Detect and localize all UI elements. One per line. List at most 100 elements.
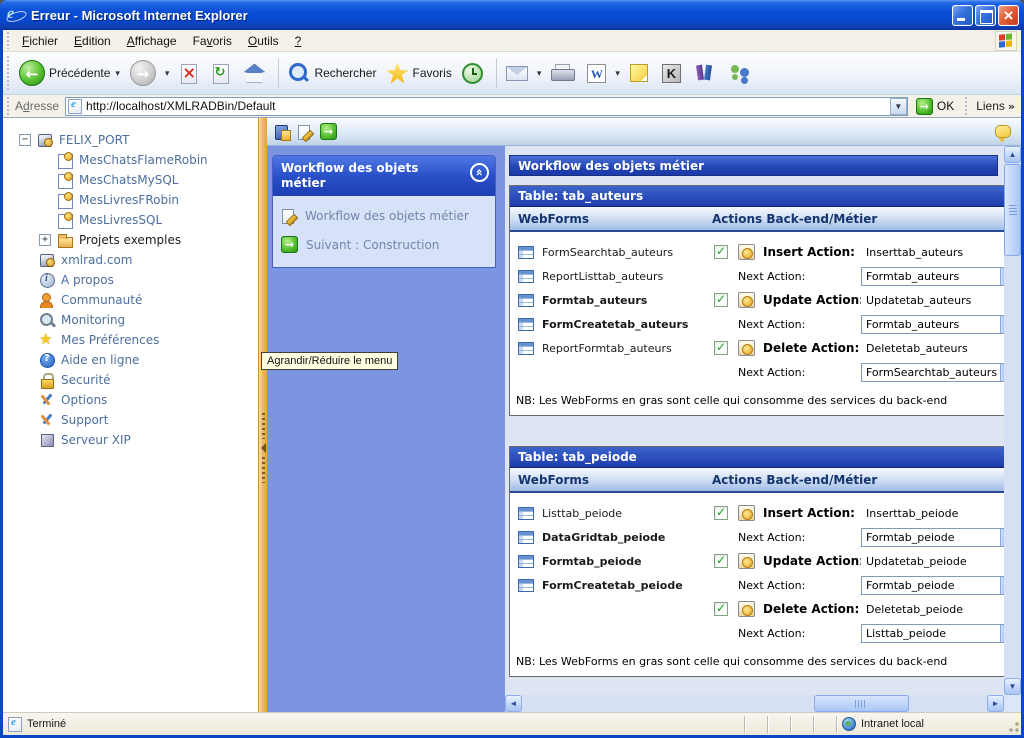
action-checkbox[interactable] bbox=[714, 293, 728, 307]
action-input[interactable] bbox=[861, 528, 1004, 547]
toolbar-button[interactable] bbox=[546, 54, 582, 92]
links-bar[interactable]: Liens » bbox=[972, 99, 1019, 113]
tree-item[interactable]: Monitoring bbox=[3, 310, 258, 330]
webform-row[interactable]: Formtab_peiode bbox=[510, 549, 702, 573]
webform-row[interactable]: Listtab_peiode bbox=[510, 501, 702, 525]
workflow-panel-item[interactable]: Suivant : Construction bbox=[281, 236, 487, 253]
tree-item[interactable]: MesChatsMySQL bbox=[3, 170, 258, 190]
vertical-scroll-thumb[interactable] bbox=[1004, 164, 1021, 256]
toolbar-button[interactable] bbox=[625, 54, 657, 92]
close-button[interactable] bbox=[998, 5, 1019, 26]
maximize-button[interactable] bbox=[975, 5, 996, 26]
toolbar-button[interactable] bbox=[657, 54, 690, 92]
menu-item[interactable]: Favoris bbox=[185, 31, 240, 51]
minimize-button[interactable] bbox=[952, 5, 973, 26]
addressbar-grip-handle[interactable] bbox=[6, 97, 11, 115]
action-input[interactable] bbox=[861, 576, 1004, 595]
run-action-icon[interactable] bbox=[738, 553, 755, 569]
tree-item[interactable]: Serveur XIP bbox=[3, 430, 258, 450]
action-checkbox[interactable] bbox=[714, 341, 728, 355]
menu-splitter[interactable] bbox=[258, 118, 267, 712]
toolbar-button[interactable]: Précédente bbox=[14, 54, 125, 92]
toolbar-button[interactable] bbox=[582, 54, 625, 92]
webform-row[interactable]: FormCreatetab_auteurs bbox=[510, 312, 702, 336]
toolbar-button[interactable] bbox=[501, 54, 547, 92]
action-input[interactable] bbox=[861, 243, 1004, 262]
tree-item[interactable]: − FELIX_PORT bbox=[3, 130, 258, 150]
menu-item[interactable]: Fichier bbox=[14, 31, 66, 51]
toolbar-button[interactable] bbox=[457, 54, 492, 92]
tree-item[interactable]: Options bbox=[3, 390, 258, 410]
menu-item[interactable]: ? bbox=[287, 31, 310, 51]
vertical-scrollbar[interactable]: ▲ ▼ bbox=[1004, 146, 1021, 695]
help-bubble-icon[interactable] bbox=[995, 125, 1011, 138]
address-input[interactable] bbox=[82, 99, 890, 113]
action-input[interactable] bbox=[861, 339, 1004, 358]
tree-item[interactable]: Mes Préférences bbox=[3, 330, 258, 350]
horizontal-scrollbar[interactable]: ◄ ► bbox=[505, 695, 1004, 712]
toolbar-button[interactable] bbox=[690, 54, 724, 92]
webform-row[interactable]: DataGridtab_peiode bbox=[510, 525, 702, 549]
webform-row[interactable]: Formtab_auteurs bbox=[510, 288, 702, 312]
menu-item[interactable]: Outils bbox=[240, 31, 287, 51]
action-input[interactable] bbox=[861, 552, 1004, 571]
action-input[interactable] bbox=[861, 267, 1004, 286]
run-action-icon[interactable] bbox=[738, 505, 755, 521]
run-action-icon[interactable] bbox=[738, 340, 755, 356]
run-action-icon[interactable] bbox=[738, 292, 755, 308]
tree-item[interactable]: Communauté bbox=[3, 290, 258, 310]
splitter-collapse-handle[interactable] bbox=[259, 403, 267, 493]
tree-item[interactable]: A propos bbox=[3, 270, 258, 290]
action-input[interactable] bbox=[861, 624, 1004, 643]
address-dropdown-button[interactable]: ▼ bbox=[890, 98, 907, 115]
document-edit-icon[interactable] bbox=[297, 124, 313, 140]
run-action-icon[interactable] bbox=[738, 601, 755, 617]
toolbar-button[interactable] bbox=[724, 54, 760, 92]
scroll-down-button[interactable]: ▼ bbox=[1004, 678, 1021, 695]
tree-item[interactable]: MesLivresSQL bbox=[3, 210, 258, 230]
tree-item[interactable]: Support bbox=[3, 410, 258, 430]
toolbar-button[interactable] bbox=[206, 54, 238, 92]
tree-item[interactable]: MesLivresFRobin bbox=[3, 190, 258, 210]
toolbar-button[interactable]: Rechercher bbox=[283, 54, 381, 92]
menu-item[interactable]: Affichage bbox=[119, 31, 185, 51]
go-button[interactable]: OK bbox=[912, 97, 961, 116]
go-arrow-icon[interactable] bbox=[320, 123, 337, 140]
toolbar-button[interactable] bbox=[174, 54, 206, 92]
toolbar-button[interactable] bbox=[125, 54, 175, 92]
run-action-icon[interactable] bbox=[738, 244, 755, 260]
action-input[interactable] bbox=[861, 315, 1004, 334]
toolbar-button[interactable] bbox=[238, 54, 274, 92]
title-bar[interactable]: e Erreur - Microsoft Internet Explorer bbox=[0, 0, 1024, 30]
action-input[interactable] bbox=[861, 291, 1004, 310]
scroll-up-button[interactable]: ▲ bbox=[1004, 146, 1021, 163]
collapse-panel-button[interactable] bbox=[470, 163, 489, 182]
menu-grip-handle[interactable] bbox=[6, 32, 11, 49]
resize-grip[interactable] bbox=[1006, 713, 1021, 735]
tree-item[interactable]: xmlrad.com bbox=[3, 250, 258, 270]
action-input[interactable] bbox=[861, 600, 1004, 619]
tree-item[interactable]: Securité bbox=[3, 370, 258, 390]
scroll-right-button[interactable]: ► bbox=[987, 695, 1004, 712]
webform-row[interactable]: FormSearchtab_auteurs bbox=[510, 240, 702, 264]
links-grip-handle[interactable] bbox=[964, 97, 969, 115]
tree-expander[interactable]: − bbox=[19, 134, 31, 146]
webform-row[interactable]: ReportListtab_auteurs bbox=[510, 264, 702, 288]
webform-row[interactable]: ReportFormtab_auteurs bbox=[510, 336, 702, 360]
action-input[interactable] bbox=[861, 504, 1004, 523]
workflow-panel-item[interactable]: Workflow des objets métier bbox=[281, 208, 487, 224]
action-checkbox[interactable] bbox=[714, 245, 728, 259]
tree-item[interactable]: + Projets exemples bbox=[3, 230, 258, 250]
menu-item[interactable]: Edition bbox=[66, 31, 119, 51]
action-input[interactable] bbox=[861, 363, 1004, 382]
toolbar-grip-handle[interactable] bbox=[6, 56, 11, 90]
clipboard-icon[interactable] bbox=[274, 124, 290, 140]
action-checkbox[interactable] bbox=[714, 506, 728, 520]
tree-item[interactable]: MesChatsFlameRobin bbox=[3, 150, 258, 170]
toolbar-button[interactable]: Favoris bbox=[381, 54, 456, 92]
action-checkbox[interactable] bbox=[714, 554, 728, 568]
webform-row[interactable]: FormCreatetab_peiode bbox=[510, 573, 702, 597]
scroll-left-button[interactable]: ◄ bbox=[505, 695, 522, 712]
action-checkbox[interactable] bbox=[714, 602, 728, 616]
tree-item[interactable]: Aide en ligne bbox=[3, 350, 258, 370]
